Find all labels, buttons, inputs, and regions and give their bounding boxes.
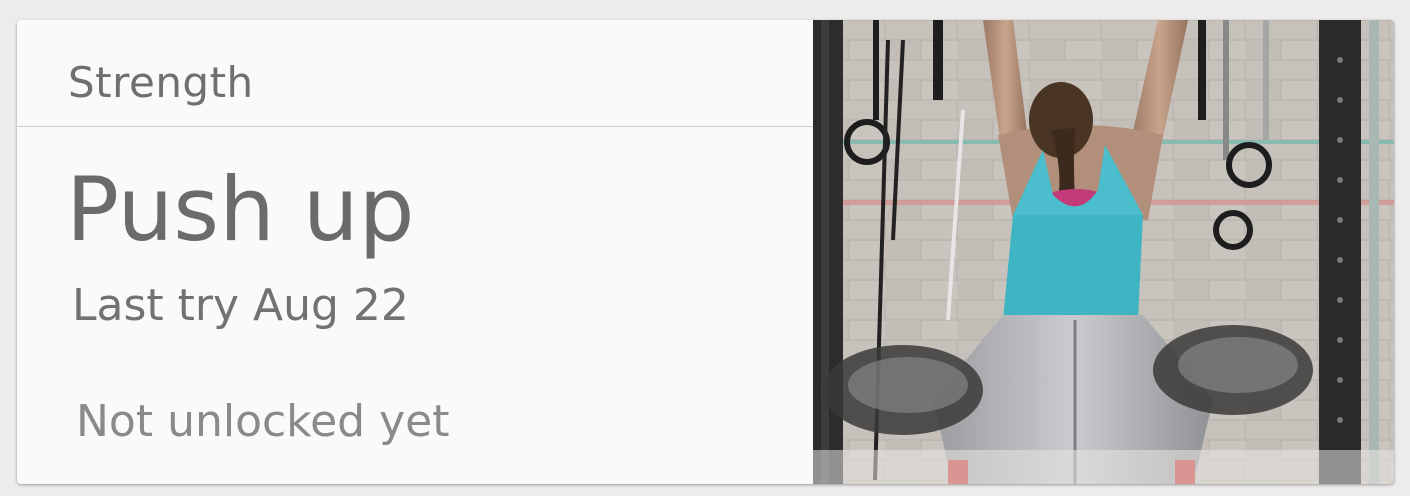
exercise-card[interactable]: Strength Push up Last try Aug 22 Not unl… <box>17 20 1394 484</box>
unlock-status: Not unlocked yet <box>76 396 450 447</box>
athlete-photo-illustration <box>813 20 1394 484</box>
divider <box>17 126 813 127</box>
card-info-panel: Strength Push up Last try Aug 22 Not unl… <box>17 20 813 484</box>
last-try-date: Last try Aug 22 <box>72 280 409 331</box>
exercise-photo <box>813 20 1394 484</box>
category-label: Strength <box>68 58 254 107</box>
exercise-title: Push up <box>66 158 415 261</box>
